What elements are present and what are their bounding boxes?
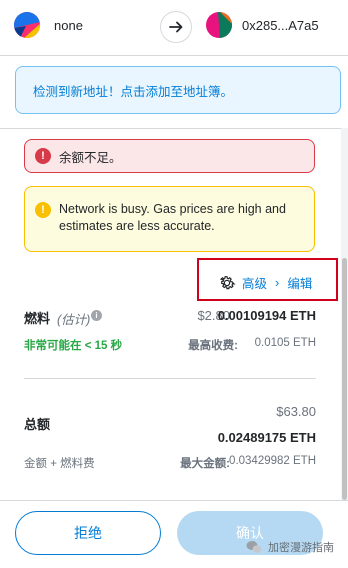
wechat-icon: [246, 541, 262, 553]
gas-fee-eth: 0.00109194 ETH: [217, 308, 316, 323]
edit-link[interactable]: 编辑: [287, 273, 312, 292]
max-fee-label: 最高收费:: [188, 340, 238, 352]
warning-icon: !: [35, 202, 51, 218]
recipient-avatar: [206, 12, 232, 38]
network-busy-text: Network is busy. Gas prices are high and…: [59, 202, 286, 233]
reject-button[interactable]: 拒绝: [15, 511, 161, 555]
gear-icon: [219, 275, 236, 289]
insufficient-funds-alert: ! 余额不足。: [24, 139, 315, 173]
total-fiat: $63.80: [276, 404, 316, 419]
divider: [24, 378, 316, 379]
address-bar: none 0x285...A7a5: [0, 0, 348, 56]
network-busy-alert: ! Network is busy. Gas prices are high a…: [24, 186, 315, 252]
error-icon: !: [35, 148, 51, 164]
advanced-edit-row[interactable]: 高级 › 编辑: [218, 273, 312, 292]
sender-avatar: [14, 12, 40, 38]
advanced-label[interactable]: 高级: [242, 273, 267, 292]
max-fee-value: 0.0105 ETH: [254, 337, 316, 349]
recipient-account[interactable]: 0x285...A7a5: [206, 12, 319, 38]
scrollbar-thumb[interactable]: [342, 258, 347, 500]
new-address-text: 检测到新地址！点击添加至地址簿。: [33, 84, 234, 99]
divider: [0, 128, 348, 129]
recipient-address: 0x285...A7a5: [242, 17, 319, 33]
likely-time: 非常可能在 < 15 秒: [24, 340, 123, 352]
new-address-banner[interactable]: 检测到新地址！点击添加至地址簿。: [15, 66, 341, 114]
insufficient-funds-text: 余额不足。: [59, 150, 122, 165]
direction-arrow-icon: [160, 11, 192, 43]
total-label: 总额: [24, 417, 51, 432]
max-amount-value: 0.03429982 ETH: [229, 455, 316, 467]
gas-estimate-label: (估计): [57, 313, 91, 327]
max-amount-label: 最大金额:: [180, 458, 230, 470]
watermark: 加密漫游指南: [246, 539, 334, 555]
sender-account[interactable]: none: [14, 12, 83, 38]
watermark-text: 加密漫游指南: [268, 542, 334, 554]
total-eth: 0.02489175 ETH: [217, 430, 316, 445]
sender-name: none: [54, 17, 83, 33]
info-icon[interactable]: i: [91, 310, 102, 321]
amount-plus-gas-label: 金额 + 燃料费: [24, 458, 95, 470]
chevron-right-icon: ›: [275, 275, 280, 290]
gas-label: 燃料: [24, 311, 51, 326]
